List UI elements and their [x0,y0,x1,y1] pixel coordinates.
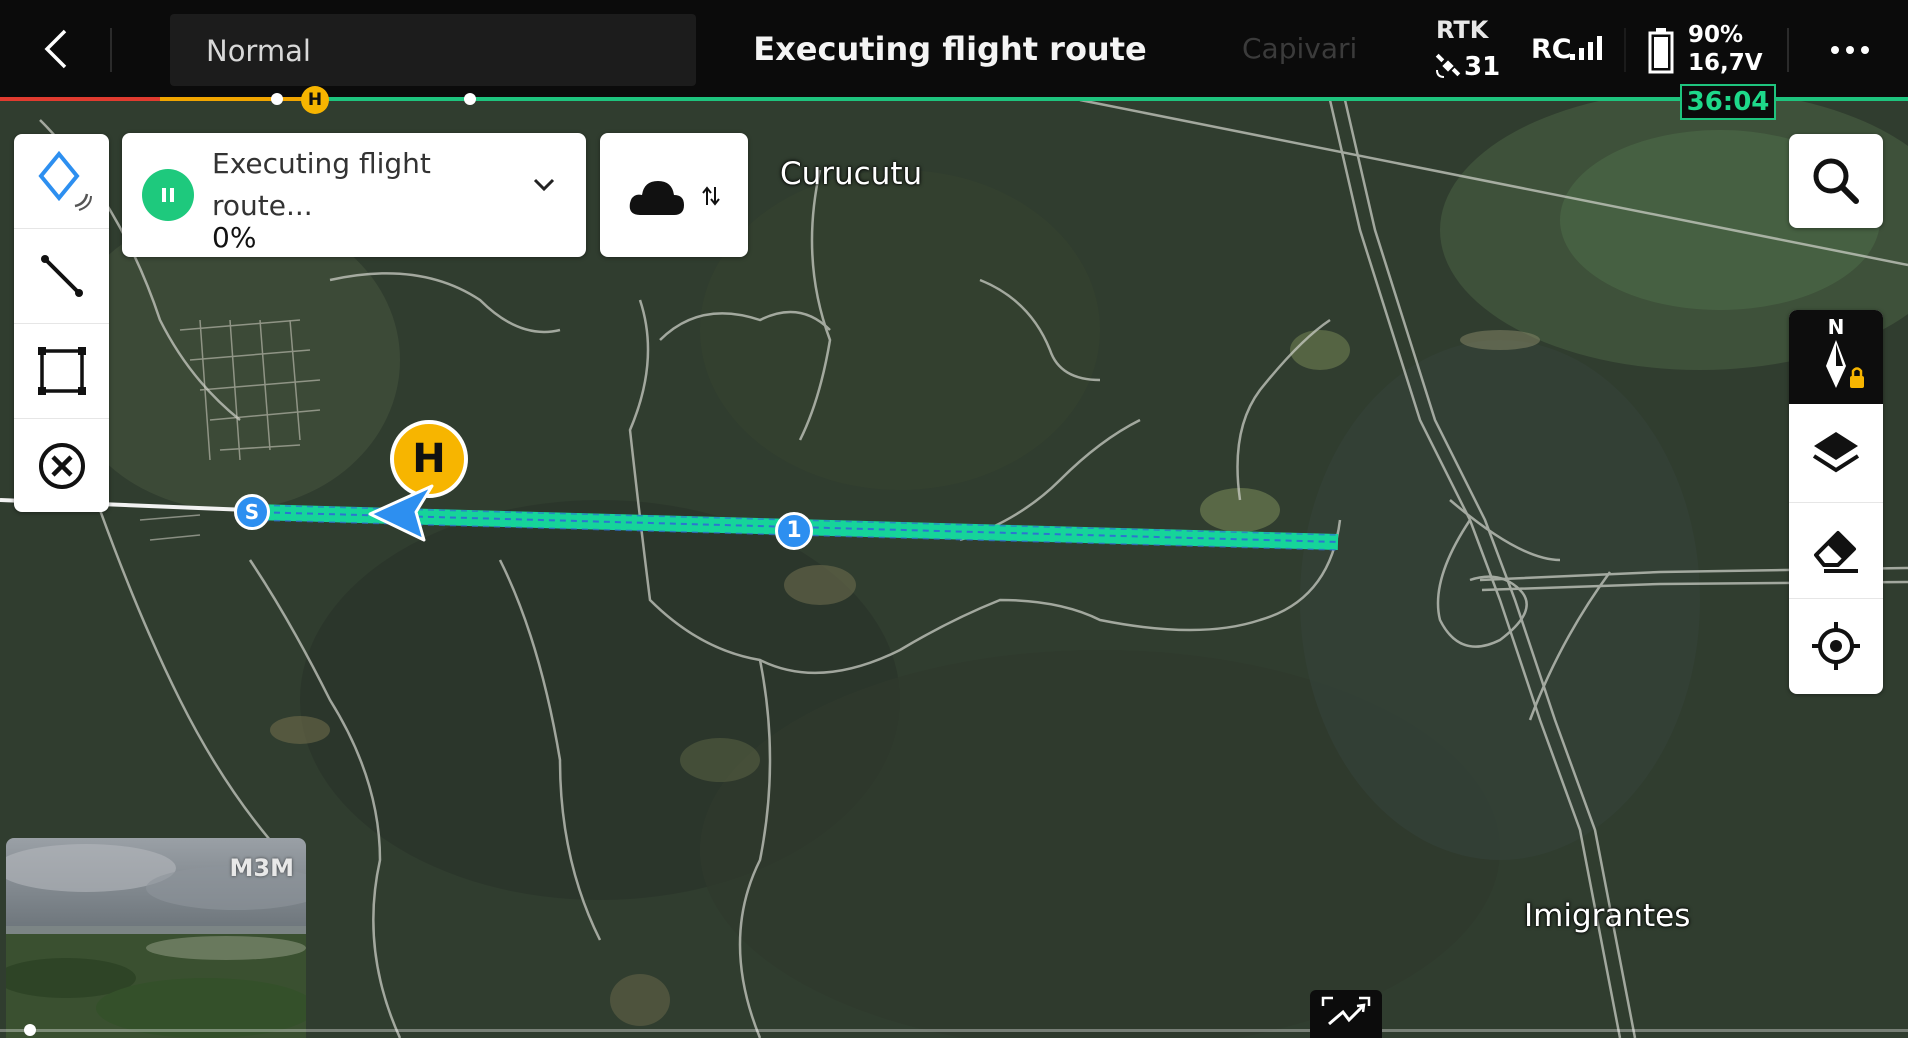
divider [1787,28,1789,72]
waypoint-1-marker[interactable]: 1 [775,512,813,550]
close-circle-icon [38,443,85,489]
progress-home-marker: H [301,86,329,114]
flight-timer: 36:04 [1680,84,1776,120]
route-overview-button[interactable] [1310,990,1382,1038]
mission-progress-percent: 0% [212,221,257,254]
place-label-curucutu: Curucutu [780,156,923,192]
waypoint-tool-button[interactable] [14,134,109,228]
flight-mode-selector[interactable]: Normal [170,14,696,86]
waypoint-diamond-icon [37,150,92,211]
top-bar: Normal Executing flight route Capivari R… [0,0,1908,98]
divider [110,28,112,72]
chevron-left-icon [44,29,67,69]
back-button[interactable] [28,20,84,78]
route-overview-icon [1321,996,1371,1026]
battery-icon [1648,28,1674,74]
mission-status-card[interactable]: Executing flight route... 0% [122,133,586,257]
more-dots-icon [1831,46,1869,54]
battery-percent: 90% [1688,22,1744,48]
line-draw-icon [40,255,83,297]
pause-icon [162,188,174,202]
map-tools-toolbar [14,134,109,512]
clear-tool-button[interactable] [14,418,109,512]
place-label-imigrantes: Imigrantes [1524,898,1691,934]
home-marker-label: H [412,436,446,482]
more-options-button[interactable] [1822,28,1878,72]
svg-text:N: N [1828,315,1845,339]
mission-status-text: Executing flight route... [212,147,431,222]
locate-aircraft-button[interactable] [1789,598,1883,693]
start-marker-label: S [244,500,260,524]
search-icon [1813,158,1859,204]
rc-label: RC [1531,34,1572,65]
sync-arrows-icon [702,186,720,206]
aircraft-icon [368,484,434,542]
flight-progress-bar [0,93,1908,105]
camera-model-label: M3M [229,854,294,882]
area-tool-button[interactable] [14,323,109,418]
satellite-icon [1435,53,1461,78]
compass-north-icon: N [1826,315,1864,388]
clear-route-button[interactable] [1789,502,1883,597]
divider [1624,28,1626,72]
page-title: Executing flight route [753,30,1147,68]
progress-home-label: H [307,90,323,110]
pause-mission-button[interactable] [142,169,194,221]
battery-voltage: 16,7V [1688,50,1763,76]
ghost-place-label: Capivari [1242,32,1358,65]
map-controls-group: N [1789,310,1883,694]
compass-lock-button[interactable]: N [1789,310,1883,404]
timeline-handle[interactable] [24,1024,36,1036]
flight-mode-label: Normal [206,34,311,68]
signal-bars-icon [1570,36,1602,60]
cloud-icon [629,181,684,215]
chevron-down-icon[interactable] [532,177,556,193]
line-tool-button[interactable] [14,228,109,323]
area-draw-icon [37,347,86,395]
start-marker[interactable]: S [234,494,270,530]
layers-icon [1812,432,1860,473]
eraser-icon [1814,531,1858,573]
timeline-track [0,1029,1908,1032]
weather-upload-button[interactable] [600,133,748,257]
rtk-label: RTK [1436,16,1489,44]
rtk-satellite-count: 31 [1464,52,1501,82]
search-button[interactable] [1789,134,1883,228]
waypoint-1-label: 1 [786,518,802,543]
camera-preview[interactable]: M3M [6,838,306,1038]
crosshair-locate-icon [1812,622,1860,670]
map-layers-button[interactable] [1789,406,1883,500]
